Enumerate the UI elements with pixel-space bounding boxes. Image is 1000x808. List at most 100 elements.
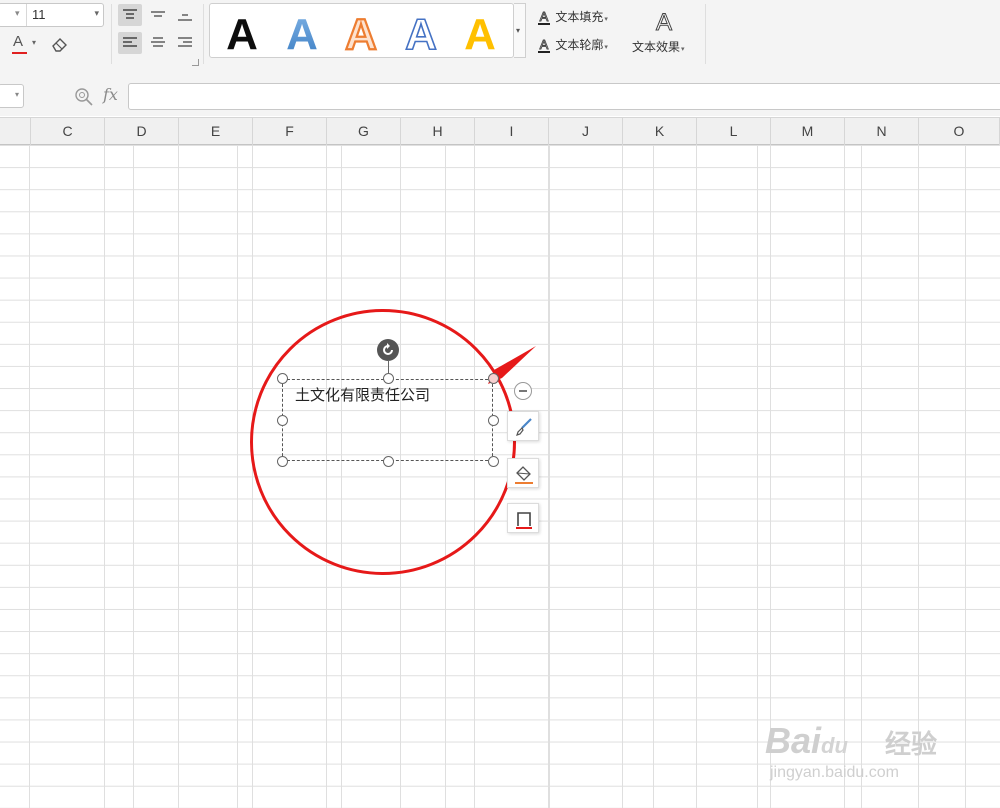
column-header-d[interactable]: D bbox=[105, 118, 179, 145]
align-right-icon bbox=[178, 37, 192, 47]
align-right-button[interactable] bbox=[173, 32, 197, 54]
column-header-e[interactable]: E bbox=[179, 118, 253, 145]
text-effects-label: 文本效果 bbox=[632, 40, 681, 54]
shape-style-button[interactable] bbox=[507, 411, 539, 441]
wordart-style-orange-outline[interactable]: A bbox=[333, 6, 389, 60]
resize-handle-bottom[interactable] bbox=[383, 456, 394, 467]
formula-input[interactable] bbox=[128, 83, 1000, 110]
name-box[interactable]: ▾ bbox=[0, 84, 24, 108]
font-size-dropdown[interactable]: ▾ 11 ▾ bbox=[0, 3, 104, 27]
minus-icon bbox=[519, 390, 527, 392]
text-outline-label: 文本轮廓 bbox=[555, 38, 604, 52]
wordart-a-outline-icon: A bbox=[404, 9, 437, 60]
grid-line bbox=[844, 145, 845, 808]
gallery-more-button[interactable]: ▾ bbox=[514, 3, 526, 58]
chevron-down-icon: ▾ bbox=[604, 44, 608, 51]
divider bbox=[26, 4, 27, 26]
wordart-style-blue[interactable]: A bbox=[274, 6, 330, 59]
column-header-m[interactable]: M bbox=[771, 118, 845, 145]
chevron-down-icon[interactable]: ▾ bbox=[15, 90, 19, 99]
align-top-icon bbox=[123, 9, 137, 19]
chevron-down-icon[interactable]: ▾ bbox=[94, 8, 99, 19]
align-bottom-button[interactable] bbox=[173, 4, 197, 26]
text-fill-button[interactable]: A 文本填充▾ bbox=[536, 8, 608, 28]
align-middle-button[interactable] bbox=[146, 4, 170, 26]
zoom-formula-icon[interactable] bbox=[74, 87, 94, 107]
clear-format-button[interactable] bbox=[50, 34, 70, 54]
grid-line bbox=[178, 145, 179, 808]
column-header-partial[interactable] bbox=[0, 118, 31, 145]
wordart-style-black[interactable]: A bbox=[214, 6, 270, 59]
dialog-launcher-icon[interactable] bbox=[192, 59, 199, 66]
rotate-handle[interactable] bbox=[377, 339, 399, 361]
font-color-swatch bbox=[12, 52, 27, 54]
wordart-style-gold[interactable]: A bbox=[452, 6, 508, 59]
column-header-f[interactable]: F bbox=[253, 118, 327, 145]
shape-outline-button[interactable] bbox=[507, 503, 539, 533]
text-outline-icon: A bbox=[538, 37, 550, 53]
font-color-button[interactable]: A ▾ bbox=[12, 33, 42, 55]
column-header-n[interactable]: N bbox=[845, 118, 919, 145]
grid-line bbox=[696, 145, 697, 808]
resize-handle-bottom-right[interactable] bbox=[488, 456, 499, 467]
column-header-row: C D E F G H I J K L M N O bbox=[0, 117, 1000, 145]
chevron-down-icon[interactable]: ▾ bbox=[32, 38, 36, 47]
column-header-k[interactable]: K bbox=[623, 118, 697, 145]
shape-outline-icon bbox=[516, 512, 532, 529]
chevron-down-icon: ▾ bbox=[516, 26, 521, 35]
font-size-value: 11 bbox=[32, 7, 46, 22]
wordart-style-gallery: A A A A A bbox=[209, 3, 514, 60]
align-top-button[interactable] bbox=[118, 4, 142, 26]
wordart-style-blue-outline[interactable]: A bbox=[393, 6, 449, 60]
ribbon-toolbar: ▾ 11 ▾ A ▾ A A A A A ▾ A 文本填充▾ A 文本轮廓▾ A… bbox=[0, 0, 1000, 71]
grid-line bbox=[252, 145, 253, 808]
column-header-o[interactable]: O bbox=[919, 118, 1000, 145]
text-effects-button[interactable]: 文本效果▾ bbox=[632, 38, 685, 58]
resize-handle-left[interactable] bbox=[277, 415, 288, 426]
resize-handle-bottom-left[interactable] bbox=[277, 456, 288, 467]
chevron-down-icon: ▾ bbox=[604, 16, 608, 23]
paintbrush-icon bbox=[516, 418, 532, 436]
grid-line bbox=[622, 145, 623, 808]
text-outline-button[interactable]: A 文本轮廓▾ bbox=[536, 36, 608, 56]
divider bbox=[705, 4, 706, 64]
divider bbox=[111, 4, 112, 64]
align-center-button[interactable] bbox=[146, 32, 170, 54]
resize-handle-right[interactable] bbox=[488, 415, 499, 426]
column-header-g[interactable]: G bbox=[327, 118, 401, 145]
eraser-icon bbox=[52, 38, 67, 52]
svg-text:A: A bbox=[464, 10, 496, 56]
resize-handle-top-right[interactable] bbox=[488, 373, 499, 384]
text-fill-icon: A bbox=[538, 9, 550, 25]
svg-text:A: A bbox=[540, 9, 549, 24]
resize-handle-top-left[interactable] bbox=[277, 373, 288, 384]
column-header-j[interactable]: J bbox=[549, 118, 623, 145]
align-middle-icon bbox=[151, 11, 165, 17]
shape-fill-button[interactable] bbox=[507, 458, 539, 488]
column-header-l[interactable]: L bbox=[697, 118, 771, 145]
resize-handle-top[interactable] bbox=[383, 373, 394, 384]
svg-text:A: A bbox=[540, 37, 549, 52]
align-center-icon bbox=[151, 37, 165, 47]
grid-line bbox=[918, 145, 919, 808]
column-header-i[interactable]: I bbox=[475, 118, 549, 145]
align-left-icon bbox=[123, 37, 137, 47]
wordart-a-black-icon: A bbox=[226, 10, 258, 59]
font-name-chevron-icon[interactable]: ▾ bbox=[15, 8, 20, 19]
align-left-button[interactable] bbox=[118, 32, 142, 54]
svg-text:A: A bbox=[226, 10, 258, 56]
font-color-icon: A bbox=[13, 33, 24, 50]
collapse-tools-button[interactable] bbox=[514, 382, 532, 400]
paint-bucket-fill-icon bbox=[515, 466, 533, 484]
column-header-c[interactable]: C bbox=[31, 118, 105, 145]
insert-function-button[interactable]: fx bbox=[103, 85, 118, 104]
wordart-a-blue-icon: A bbox=[286, 10, 318, 59]
column-header-h[interactable]: H bbox=[401, 118, 475, 145]
align-bottom-icon bbox=[178, 14, 192, 21]
rotate-icon bbox=[383, 343, 393, 355]
svg-text:A: A bbox=[345, 10, 377, 56]
watermark-logo-text: Baidu bbox=[765, 720, 848, 761]
text-box-content[interactable]: 土文化有限责任公司 bbox=[295, 384, 430, 405]
text-effects-icon[interactable]: A bbox=[650, 8, 678, 35]
grid-line bbox=[104, 145, 105, 808]
